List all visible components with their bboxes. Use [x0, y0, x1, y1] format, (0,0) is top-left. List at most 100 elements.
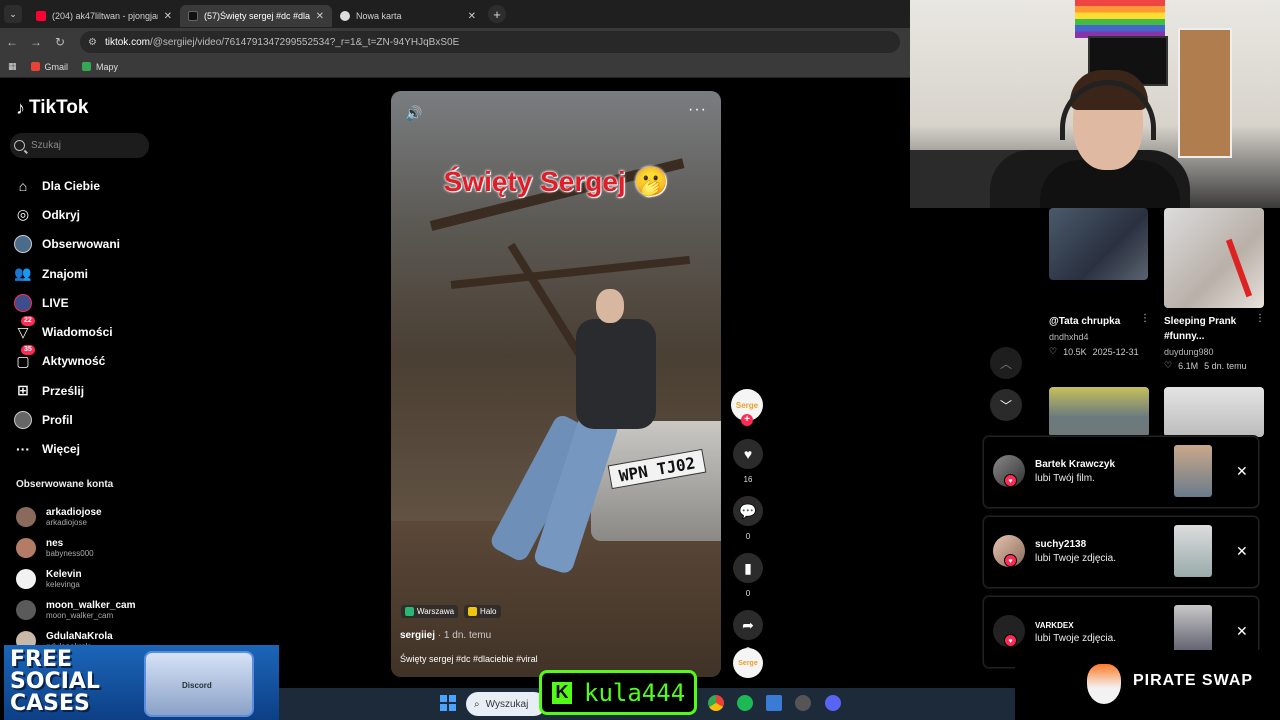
- nav-item-przeslij[interactable]: ⊞ Prześlij: [14, 376, 120, 405]
- account-name: GdulaNaKrola: [46, 630, 113, 642]
- messages-icon: ▽ 22: [14, 316, 35, 341]
- location-chip[interactable]: Warszawa: [401, 605, 459, 618]
- more-icon: ···: [16, 441, 30, 458]
- nav-item-odkryj[interactable]: ◎ Odkryj: [14, 200, 120, 229]
- bookmark-label: Mapy: [96, 61, 119, 72]
- followed-account[interactable]: Kelevin kelevinga: [16, 563, 136, 594]
- volume-icon[interactable]: 🔊: [405, 105, 422, 122]
- effect-chip[interactable]: Halo: [464, 605, 501, 618]
- browser-tab-new[interactable]: Nowa karta ✕: [332, 5, 484, 27]
- url-path: /@sergiiej/video/7614791347299552534?_r=…: [149, 36, 460, 48]
- save-button[interactable]: ▮ 0: [731, 553, 765, 598]
- taskbar-search-label: Wyszukaj: [485, 698, 529, 710]
- next-video-button[interactable]: ﹀: [990, 389, 1022, 421]
- like-button[interactable]: ♥ 16: [731, 439, 765, 484]
- site-info-icon[interactable]: ⚙: [88, 37, 97, 48]
- close-icon[interactable]: ✕: [1236, 623, 1248, 640]
- avatar: [16, 537, 36, 558]
- obs-icon[interactable]: [795, 695, 811, 711]
- creator-avatar[interactable]: Serge +: [731, 389, 763, 426]
- windows-start-icon[interactable]: [440, 695, 456, 711]
- live-icon: [14, 293, 32, 312]
- bookmarks-bar: ▦ Gmail Mapy: [0, 56, 910, 78]
- avatar-text: Serge: [735, 400, 759, 410]
- recommended-user[interactable]: duydung980: [1164, 347, 1214, 357]
- notification-text: lubi Twój film.: [1035, 473, 1095, 484]
- close-icon[interactable]: ✕: [164, 11, 172, 22]
- video-overlay-title: Święty Sergej 🫢: [443, 166, 669, 197]
- nav-item-wiadomosci[interactable]: ▽ 22 Wiadomości: [14, 316, 120, 346]
- more-options-icon[interactable]: ···: [688, 101, 707, 119]
- chip-label: Halo: [480, 607, 497, 616]
- comment-icon: 💬: [733, 496, 763, 526]
- more-options-icon[interactable]: ⋮: [1140, 313, 1150, 324]
- close-icon[interactable]: ✕: [1236, 463, 1248, 480]
- profile-icon: [14, 411, 32, 430]
- tiktok-sidebar: ♪ TikTok Szukaj ⌂ Dla Ciebie ◎ Odkryj Obse…: [0, 80, 170, 651]
- previous-video-button[interactable]: ︿: [990, 347, 1022, 379]
- promo-line: SOCIAL: [10, 669, 100, 694]
- promo-line: CASES: [10, 691, 90, 716]
- recommended-thumbnail[interactable]: [1164, 208, 1264, 308]
- close-icon[interactable]: ✕: [468, 11, 476, 22]
- discord-icon[interactable]: [825, 695, 841, 711]
- upload-icon: ⊞: [17, 382, 29, 399]
- spotify-icon[interactable]: [737, 695, 753, 711]
- followed-account[interactable]: nes babyness000: [16, 532, 136, 563]
- recommended-thumbnail[interactable]: [1049, 387, 1149, 437]
- music-disc[interactable]: Serge: [733, 648, 763, 678]
- tab-search-button[interactable]: ⌄: [4, 5, 22, 23]
- sponsor-name: PIRATE SWAP: [1133, 672, 1254, 689]
- home-icon: ⌂: [18, 177, 28, 194]
- nav-item-aktywnosc[interactable]: ▢ 35 Aktywność: [14, 345, 120, 376]
- activity-badge: 35: [21, 345, 35, 356]
- browser-tab-tiktok[interactable]: (57)Święty sergej #dc #dlaciebie ✕: [180, 5, 332, 27]
- nav-item-dla-ciebie[interactable]: ⌂ Dla Ciebie: [14, 171, 120, 200]
- reload-icon[interactable]: ↻: [48, 35, 72, 49]
- close-icon[interactable]: ✕: [1236, 543, 1248, 560]
- video-player[interactable]: WPN TJ02 Święty Sergej 🫢 🔊 ··· Warszawa …: [391, 91, 721, 677]
- nav-item-live[interactable]: LIVE: [14, 288, 120, 317]
- recommended-title[interactable]: Sleeping Prank #funny...: [1164, 314, 1254, 344]
- followed-account[interactable]: arkadiojose arkadiojose: [16, 501, 136, 532]
- more-options-icon[interactable]: ⋮: [1255, 313, 1265, 324]
- recommended-thumbnail[interactable]: [1049, 208, 1148, 280]
- browser-tab-youtube[interactable]: (204) ak47liltwan - pjongjang - ✕: [28, 5, 180, 27]
- back-icon[interactable]: ←: [0, 35, 24, 49]
- video-author[interactable]: sergiiej · 1 dn. temu: [400, 630, 491, 641]
- nav-item-profil[interactable]: Profil: [14, 405, 120, 434]
- new-tab-button[interactable]: +: [488, 5, 506, 23]
- recommended-user[interactable]: dndhxhd4: [1049, 332, 1089, 342]
- tiktok-logo[interactable]: ♪ TikTok: [16, 97, 88, 119]
- taskbar-search[interactable]: ⌕ Wyszukaj: [466, 692, 546, 716]
- chrome-icon[interactable]: [708, 695, 724, 711]
- comment-count: 0: [745, 532, 751, 541]
- like-notification[interactable]: ♥ Bartek Krawczyk lubi Twój film. ✕: [983, 436, 1259, 508]
- url-field[interactable]: ⚙ tiktok.com/@sergiiej/video/76147913472…: [80, 31, 900, 53]
- notification-text: lubi Twoje zdjęcia.: [1035, 633, 1116, 644]
- person-body: [576, 319, 656, 429]
- nav-label: Odkryj: [42, 207, 81, 222]
- like-notification[interactable]: ♥ suchy2138 lubi Twoje zdjęcia. ✕: [983, 516, 1259, 588]
- nav-label: Prześlij: [42, 383, 85, 398]
- promo-box-label: Discord: [182, 681, 212, 690]
- followed-account[interactable]: moon_walker_cam moon_walker_cam: [16, 594, 136, 625]
- chevron-down-icon: ﹀: [999, 398, 1012, 413]
- comment-button[interactable]: 💬 0: [731, 496, 765, 541]
- nav-item-wiecej[interactable]: ··· Więcej: [14, 435, 120, 464]
- nav-item-obserwowani[interactable]: Obserwowani: [14, 230, 120, 259]
- like-count: 6.1M: [1178, 360, 1199, 371]
- follow-plus-icon[interactable]: +: [741, 414, 753, 426]
- recommended-title[interactable]: @Tata chrupka: [1049, 314, 1139, 329]
- search-input[interactable]: Szukaj: [10, 133, 149, 158]
- apps-icon[interactable]: ▦: [8, 61, 17, 72]
- forward-icon[interactable]: →: [24, 35, 48, 49]
- bookmark-gmail[interactable]: Gmail: [30, 62, 68, 72]
- recommended-thumbnail[interactable]: [1164, 387, 1264, 437]
- bookmark-maps[interactable]: Mapy: [82, 62, 118, 72]
- notepad-icon[interactable]: [766, 695, 782, 711]
- account-handle: kelevinga: [46, 579, 80, 589]
- roof-beam: [450, 255, 691, 289]
- nav-item-znajomi[interactable]: 👥 Znajomi: [14, 259, 120, 288]
- close-icon[interactable]: ✕: [316, 11, 324, 22]
